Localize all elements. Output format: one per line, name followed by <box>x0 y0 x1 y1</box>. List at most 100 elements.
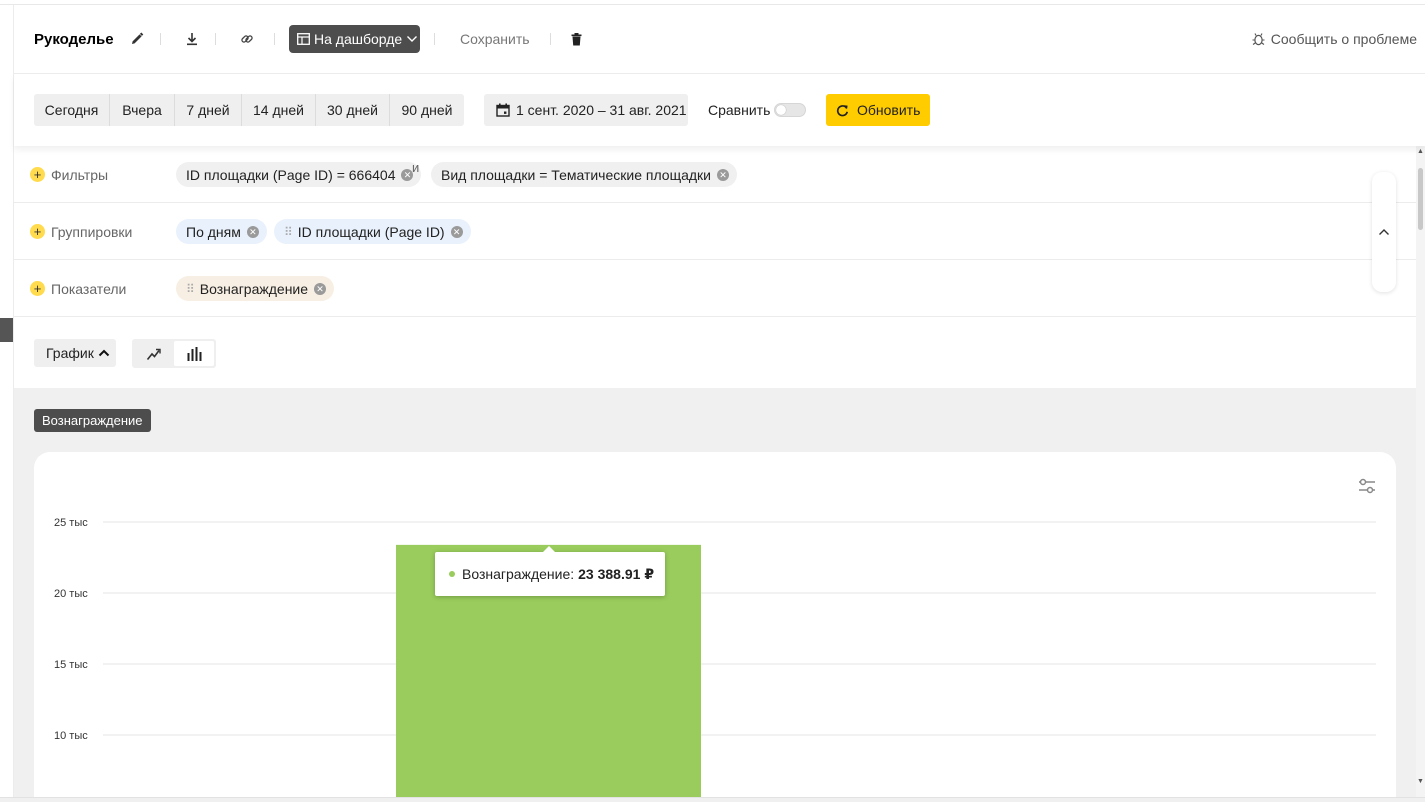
drag-handle-icon[interactable]: ⠿ <box>186 282 195 296</box>
y-tick-label: 25 тыс <box>54 517 88 529</box>
bug-icon <box>1252 33 1265 46</box>
remove-icon[interactable]: ✕ <box>246 225 259 238</box>
filter-value: 666404 <box>348 166 396 183</box>
metric-chip-label: Вознаграждение <box>199 280 309 297</box>
plus-icon: + <box>33 167 42 182</box>
chevron-up-icon <box>98 349 110 357</box>
settings-sliders-icon <box>1359 478 1375 494</box>
metrics-label: Показатели <box>51 281 127 297</box>
collapse-settings-button[interactable] <box>1372 172 1396 292</box>
filter-field: Вид площадки = <box>441 166 552 183</box>
line-chart-button[interactable] <box>134 341 174 366</box>
chart-type-switcher <box>132 339 216 368</box>
grouping-chip-label: ID площадки (Page ID) <box>297 223 445 240</box>
report-title: Рукоделье <box>34 31 114 48</box>
bar-chart-button[interactable] <box>174 341 214 366</box>
link-icon[interactable] <box>239 31 255 47</box>
drag-handle-icon[interactable]: ⠿ <box>284 225 293 239</box>
add-metric-button[interactable]: + <box>30 281 45 296</box>
refresh-label: Обновить <box>857 102 921 118</box>
trash-icon[interactable] <box>568 31 584 47</box>
filter-chip-label: ID площадки (Page ID) = 666404 <box>186 167 395 183</box>
edit-icon[interactable] <box>129 31 145 47</box>
add-filter-button[interactable]: + <box>30 167 45 182</box>
grouping-chip-label: По дням <box>186 223 241 240</box>
divider <box>550 33 551 45</box>
tooltip-value: 23 388.91 ₽ <box>578 565 655 582</box>
chart-toolbar: График <box>14 317 1416 388</box>
dashboard-button[interactable]: На дашборде <box>289 25 420 53</box>
grouping-chip-by-days[interactable]: По дням ✕ <box>176 219 267 244</box>
dashboard-button-label: На дашборде <box>314 31 403 47</box>
filters-label: Фильтры <box>51 167 109 183</box>
filter-chip-page-id[interactable]: ID площадки (Page ID) = 666404 ✕ <box>176 162 422 187</box>
calendar-icon <box>496 103 510 117</box>
y-tick-label: 15 тыс <box>54 659 88 671</box>
filter-and-label: и <box>412 160 420 175</box>
chart-card: 25 тыс 20 тыс 15 тыс 10 тыс Вознаграждение:… <box>34 452 1396 802</box>
divider <box>160 33 161 45</box>
preset-today-button[interactable]: Сегодня <box>34 94 110 126</box>
line-chart-icon <box>146 348 161 360</box>
report-problem-link[interactable]: Сообщить о проблеме <box>1252 31 1417 47</box>
chart-tooltip: Вознаграждение: 23 388.91 ₽ <box>435 546 665 596</box>
report-header: Рукоделье На дашборде Сохранить Сообщить… <box>14 5 1425 74</box>
filter-chip-page-type[interactable]: Вид площадки = Тематические площадки ✕ <box>431 162 737 187</box>
bar-chart-icon <box>187 346 202 361</box>
dashboard-icon <box>297 33 310 45</box>
download-icon[interactable] <box>184 31 200 47</box>
remove-icon[interactable]: ✕ <box>717 168 729 181</box>
metrics-row: + Показатели ⠿ Вознаграждение ✕ <box>14 260 1416 317</box>
chart-metric-tag: Вознаграждение <box>34 409 151 432</box>
filter-field: ID площадки (Page ID) = <box>186 166 349 183</box>
scroll-down-arrow[interactable]: ▼ <box>1416 778 1425 785</box>
graph-toggle-button[interactable]: График <box>34 339 116 367</box>
refresh-button[interactable]: Обновить <box>826 94 930 126</box>
chevron-up-icon <box>1379 229 1389 235</box>
series-dot <box>449 571 455 577</box>
tooltip-label: Вознаграждение: <box>462 566 575 582</box>
filter-chip-label: Вид площадки = Тематические площадки <box>441 167 711 183</box>
plus-icon: + <box>33 281 42 296</box>
groupings-row: + Группировки По дням ✕ ⠿ ID площадки (P… <box>14 203 1416 260</box>
compare-toggle[interactable] <box>774 103 806 117</box>
preset-7-days-button[interactable]: 7 дней <box>175 94 242 126</box>
report-problem-label: Сообщить о проблеме <box>1270 31 1417 47</box>
divider <box>434 33 435 45</box>
app-window: Рукоделье На дашборде Сохранить Сообщить… <box>0 0 1425 802</box>
date-range-button[interactable]: 1 сент. 2020 – 31 авг. 2021 <box>484 94 688 126</box>
preset-90-days-button[interactable]: 90 дней <box>390 94 464 126</box>
preset-30-days-button[interactable]: 30 дней <box>316 94 390 126</box>
divider <box>274 33 275 45</box>
date-range-label: 1 сент. 2020 – 31 авг. 2021 <box>516 102 687 118</box>
filters-row: + Фильтры ID площадки (Page ID) = 666404… <box>14 146 1416 203</box>
remove-icon[interactable]: ✕ <box>450 225 463 238</box>
add-grouping-button[interactable]: + <box>30 224 45 239</box>
chart-area: Вознаграждение 25 тыс 20 тыс 15 тыс 10 тыс … <box>14 388 1416 802</box>
preset-yesterday-button[interactable]: Вчера <box>110 94 175 126</box>
metric-chip-reward[interactable]: ⠿ Вознаграждение ✕ <box>176 276 335 301</box>
remove-icon[interactable]: ✕ <box>314 282 327 295</box>
refresh-icon <box>836 104 849 116</box>
filter-value: Тематические площадки <box>551 166 711 183</box>
period-bar: Сегодня Вчера 7 дней 14 дней 30 дней 90 … <box>14 74 1425 146</box>
y-tick-label: 10 тыс <box>54 730 88 742</box>
plus-icon: + <box>33 224 42 239</box>
chart-settings-button[interactable] <box>1358 478 1376 499</box>
groupings-label: Группировки <box>51 224 133 240</box>
vertical-scrollbar[interactable]: ▲ ▼ <box>1416 146 1425 802</box>
bar-chart: 25 тыс 20 тыс 15 тыс 10 тыс <box>54 517 1376 802</box>
period-presets: Сегодня Вчера 7 дней 14 дней 30 дней 90 … <box>34 94 464 126</box>
save-button[interactable]: Сохранить <box>460 31 530 47</box>
y-tick-label: 20 тыс <box>54 588 88 600</box>
scrollbar-thumb[interactable] <box>1418 168 1423 230</box>
side-panel-handle[interactable] <box>0 318 13 342</box>
grouping-chip-page-id[interactable]: ⠿ ID площадки (Page ID) ✕ <box>274 219 471 244</box>
bottom-border <box>0 797 1425 802</box>
graph-toggle-label: График <box>46 345 94 361</box>
compare-label: Сравнить <box>708 102 771 118</box>
preset-14-days-button[interactable]: 14 дней <box>242 94 316 126</box>
chevron-down-icon <box>407 36 418 42</box>
divider <box>215 33 216 45</box>
scroll-up-arrow[interactable]: ▲ <box>1416 148 1425 155</box>
